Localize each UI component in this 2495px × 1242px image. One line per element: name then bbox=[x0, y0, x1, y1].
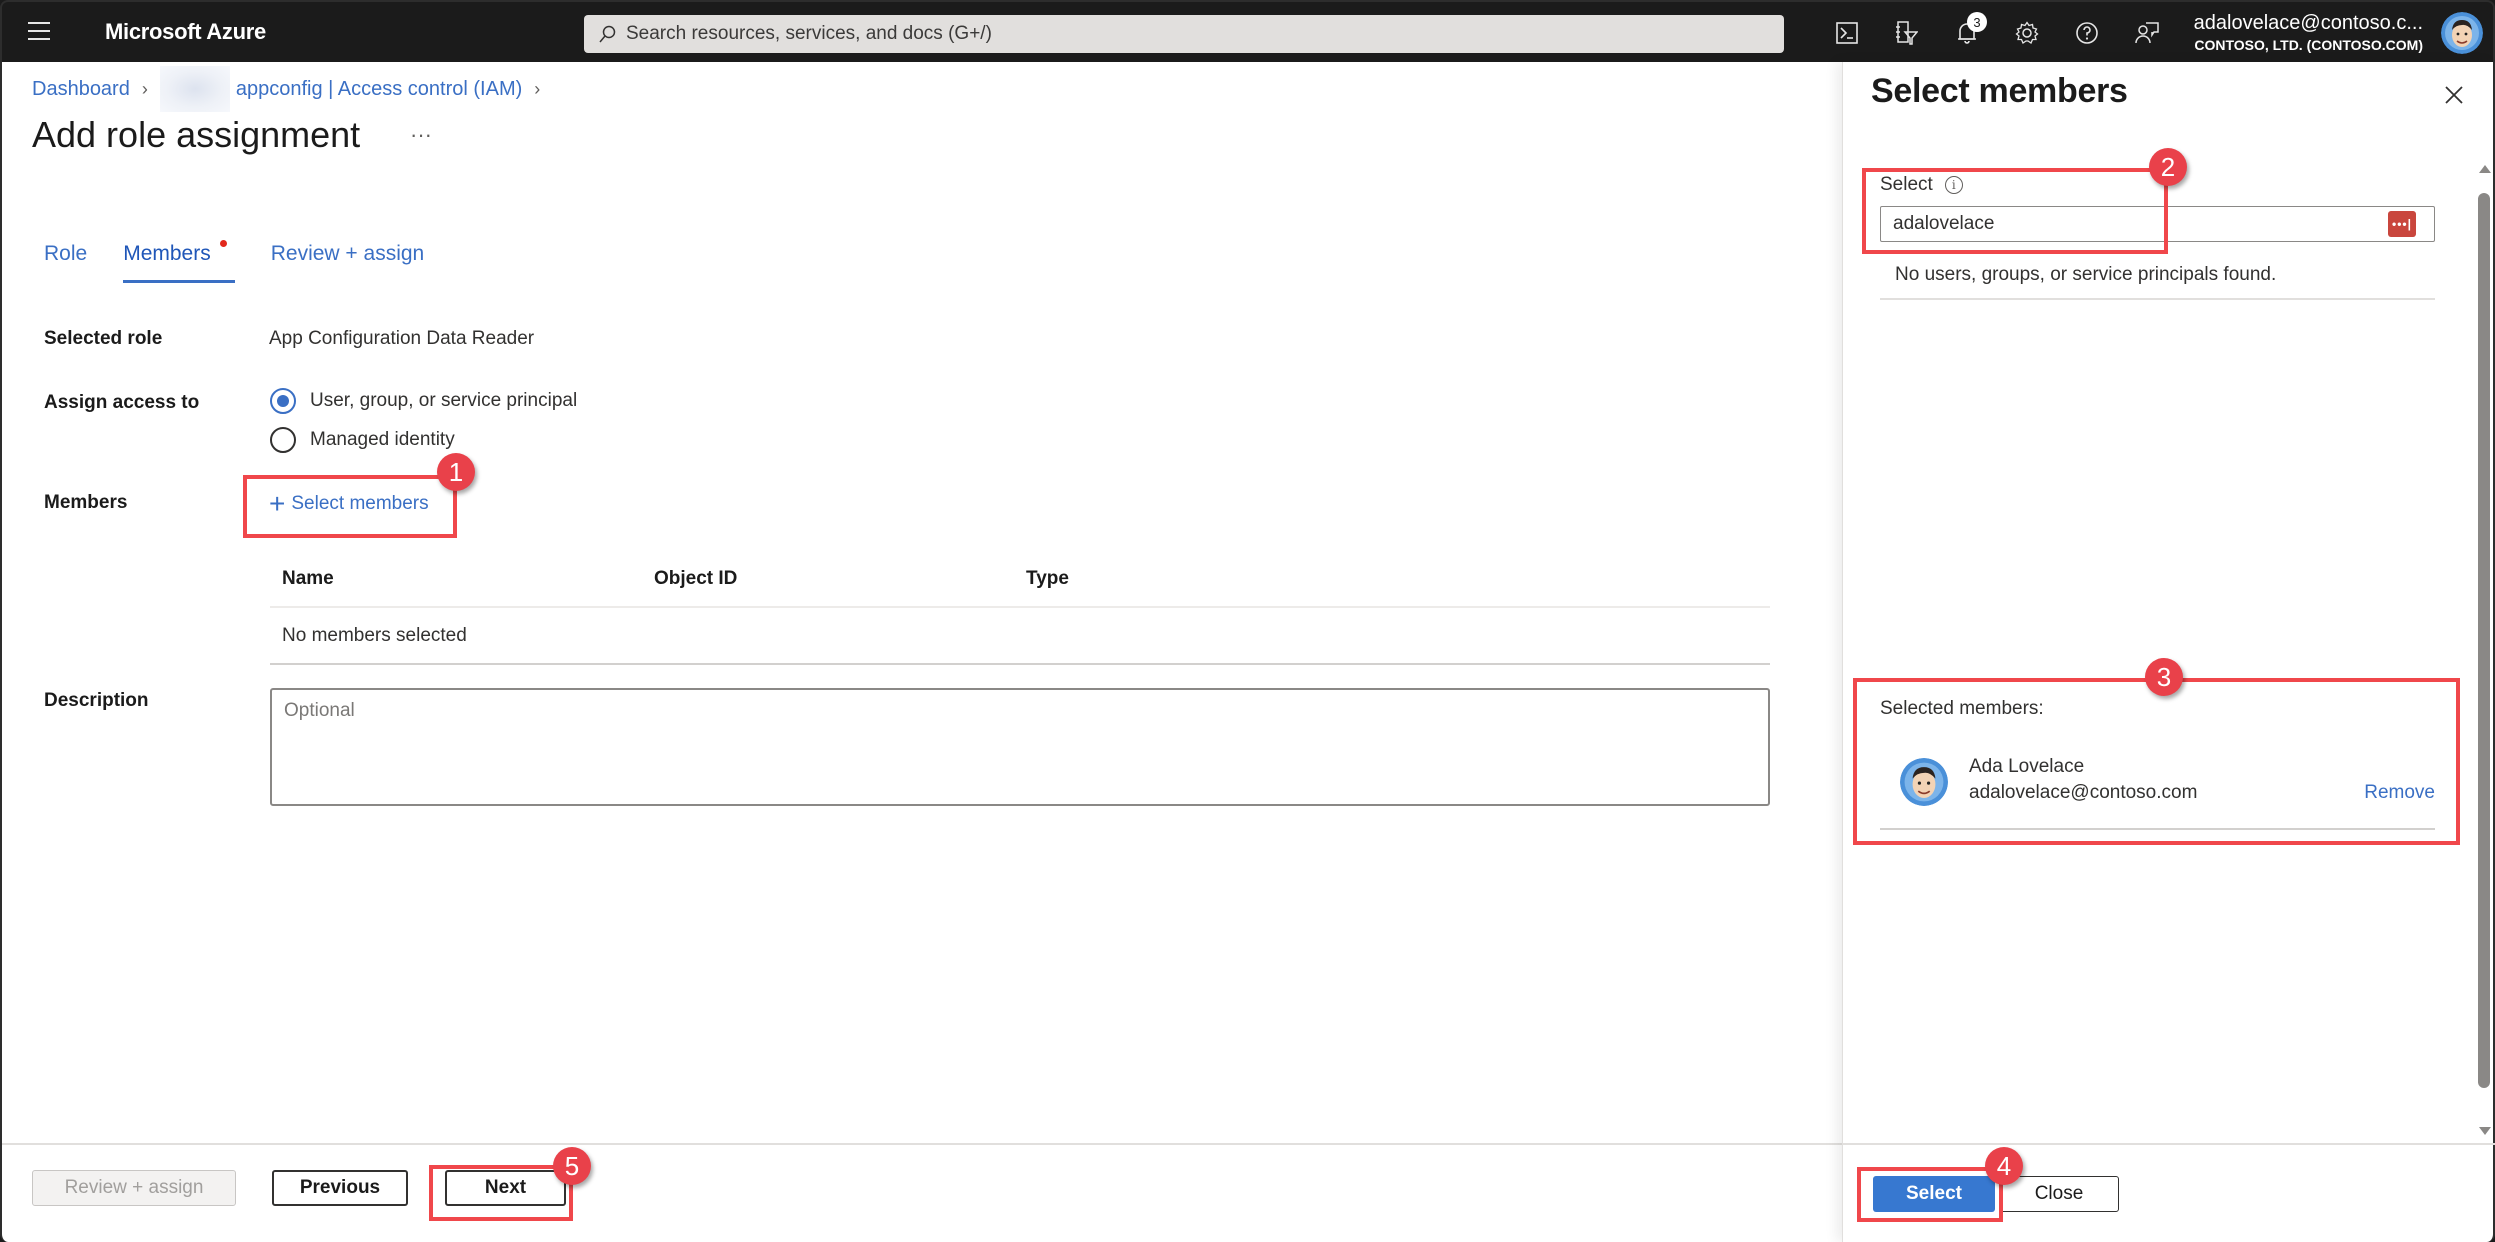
table-header: Name Object ID Type bbox=[270, 552, 1770, 608]
scroll-down-icon[interactable] bbox=[2479, 1127, 2491, 1135]
tab-review-assign-label: Review + assign bbox=[270, 242, 425, 265]
directory-filter-icon[interactable] bbox=[1877, 17, 1937, 49]
next-button[interactable]: Next bbox=[445, 1170, 566, 1206]
settings-icon[interactable] bbox=[1997, 17, 2057, 49]
tab-role[interactable]: Role bbox=[44, 242, 87, 283]
tab-members-label: Members bbox=[123, 242, 211, 265]
member-email: adalovelace@contoso.com bbox=[1969, 782, 2198, 803]
table-empty-row: No members selected bbox=[270, 608, 1770, 665]
tab-role-label: Role bbox=[44, 242, 88, 265]
radio-unchecked-icon[interactable] bbox=[270, 427, 296, 453]
member-search-input[interactable] bbox=[1893, 213, 2373, 235]
description-label: Description bbox=[44, 690, 149, 711]
panel-footer-divider bbox=[1843, 1143, 2495, 1145]
scroll-thumb[interactable] bbox=[2478, 193, 2490, 1088]
password-manager-icon[interactable]: •••| bbox=[2388, 211, 2416, 237]
account-email: adalovelace@contoso.c... bbox=[2193, 12, 2423, 34]
info-icon[interactable]: i bbox=[1944, 176, 1963, 194]
cloud-shell-icon[interactable] bbox=[1817, 17, 1877, 49]
members-label: Members bbox=[44, 492, 128, 513]
tab-members[interactable]: Members bbox=[123, 240, 235, 283]
member-name: Ada Lovelace bbox=[1969, 756, 2085, 777]
close-button[interactable]: Close bbox=[1999, 1176, 2119, 1212]
scroll-up-icon[interactable] bbox=[2479, 165, 2491, 173]
radio-label: Managed identity bbox=[310, 429, 455, 450]
account-tenant: CONTOSO, LTD. (CONTOSO.COM) bbox=[2194, 37, 2423, 53]
radio-label: User, group, or service principal bbox=[310, 390, 578, 411]
menu-icon[interactable] bbox=[28, 22, 50, 40]
chevron-right-icon: › bbox=[141, 78, 148, 99]
account-menu[interactable]: adalovelace@contoso.c... CONTOSO, LTD. (… bbox=[2194, 12, 2423, 53]
selected-member-item: Ada Lovelace adalovelace@contoso.com Rem… bbox=[1880, 748, 2435, 830]
assign-access-label: Assign access to bbox=[44, 392, 200, 413]
selected-members-heading: Selected members: bbox=[1880, 698, 2044, 719]
close-icon[interactable] bbox=[2441, 82, 2467, 108]
search-icon bbox=[599, 25, 616, 43]
required-indicator-icon bbox=[219, 240, 227, 247]
column-type: Type bbox=[1026, 568, 1069, 589]
breadcrumb: Dashboard › appconfig | Access control (… bbox=[32, 66, 552, 112]
callout-badge-1: 1 bbox=[437, 453, 475, 491]
main-content: Dashboard › appconfig | Access control (… bbox=[0, 62, 1844, 1242]
user-avatar[interactable] bbox=[2441, 12, 2483, 54]
page-title: Add role assignment bbox=[32, 114, 361, 155]
select-button[interactable]: Select bbox=[1873, 1176, 1995, 1212]
remove-member-link[interactable]: Remove bbox=[2364, 782, 2435, 804]
redacted-resource-name bbox=[159, 66, 230, 112]
panel-title: Select members bbox=[1871, 72, 2128, 110]
notification-badge: 3 bbox=[1967, 12, 1987, 32]
top-bar: Microsoft Azure 3 adalovelace@contoso.c.… bbox=[0, 0, 2495, 62]
chevron-right-icon: › bbox=[534, 78, 541, 99]
description-input[interactable] bbox=[270, 688, 1770, 806]
select-members-panel: Select members Select i •••| No users, g… bbox=[1842, 62, 2495, 1242]
member-avatar bbox=[1900, 758, 1948, 806]
footer-divider bbox=[2, 1143, 1844, 1145]
callout-badge-4: 4 bbox=[1985, 1147, 2023, 1185]
callout-badge-2: 2 bbox=[2149, 148, 2187, 186]
members-table: Name Object ID Type No members selected bbox=[270, 552, 1770, 665]
select-label-text: Select bbox=[1880, 174, 1933, 195]
plus-icon: + bbox=[269, 488, 286, 519]
radio-checked-icon[interactable] bbox=[270, 388, 296, 414]
breadcrumb-access-control[interactable]: appconfig | Access control (IAM) bbox=[236, 78, 522, 101]
column-object-id: Object ID bbox=[654, 568, 738, 589]
global-search[interactable] bbox=[584, 15, 1784, 53]
selected-role-value: App Configuration Data Reader bbox=[269, 328, 535, 349]
select-field-label: Select i bbox=[1880, 174, 1963, 196]
callout-badge-5: 5 bbox=[553, 1147, 591, 1185]
wizard-tabs: Role Members Review + assign bbox=[44, 240, 460, 283]
tab-review-assign[interactable]: Review + assign bbox=[271, 242, 425, 283]
select-members-link[interactable]: + Select members bbox=[269, 490, 429, 518]
radio-user-group-sp[interactable]: User, group, or service principal bbox=[270, 388, 577, 414]
more-options-icon[interactable]: ··· bbox=[410, 122, 432, 148]
selected-role-label: Selected role bbox=[44, 328, 163, 349]
brand-title[interactable]: Microsoft Azure bbox=[105, 19, 266, 45]
notifications-icon[interactable]: 3 bbox=[1937, 12, 1997, 49]
member-search-field[interactable]: •••| bbox=[1880, 206, 2435, 242]
feedback-icon[interactable] bbox=[2117, 17, 2177, 49]
callout-badge-3: 3 bbox=[2145, 658, 2183, 696]
column-name: Name bbox=[282, 568, 334, 589]
previous-button[interactable]: Previous bbox=[272, 1170, 408, 1206]
select-members-label: Select members bbox=[291, 493, 429, 514]
panel-scrollbar[interactable] bbox=[2477, 165, 2493, 1135]
help-icon[interactable] bbox=[2057, 17, 2117, 49]
no-results-message: No users, groups, or service principals … bbox=[1880, 264, 2435, 300]
review-assign-button[interactable]: Review + assign bbox=[32, 1170, 236, 1206]
breadcrumb-dashboard[interactable]: Dashboard bbox=[32, 78, 130, 101]
radio-managed-identity[interactable]: Managed identity bbox=[270, 427, 455, 453]
search-input[interactable] bbox=[626, 23, 1726, 45]
